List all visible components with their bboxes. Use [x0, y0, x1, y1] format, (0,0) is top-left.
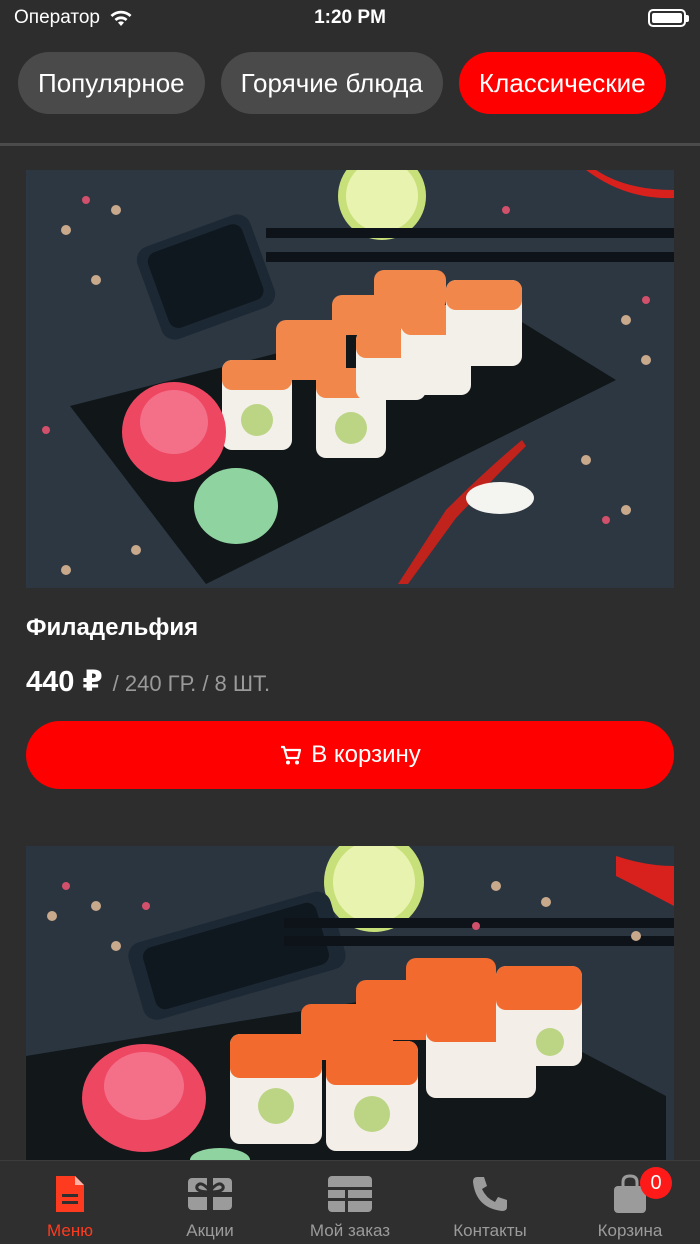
nav-label-my-order: Мой заказ — [309, 1221, 391, 1240]
nav-item-menu[interactable]: Меню — [0, 1173, 140, 1241]
status-bar: Оператор 1:20 PM — [0, 0, 700, 36]
tabs-divider — [0, 143, 700, 146]
sushi-photo-illustration — [26, 846, 674, 1160]
nav-item-cart[interactable]: 0 Корзина — [560, 1167, 700, 1241]
product-card — [26, 846, 674, 1160]
category-tabs: Популярное Горячие блюда Классические — [0, 52, 700, 118]
phone-icon — [473, 1177, 507, 1211]
nav-item-promotions[interactable]: Акции — [140, 1173, 280, 1241]
product-price: 440 ₽ — [26, 666, 103, 698]
cart-count-badge: 0 — [640, 1167, 672, 1199]
tab-classic[interactable]: Классические — [458, 52, 666, 114]
nav-label-menu: Меню — [47, 1221, 93, 1240]
nav-item-my-order[interactable]: Мой заказ — [280, 1173, 420, 1241]
nav-item-contacts[interactable]: Контакты — [420, 1173, 560, 1241]
bottom-nav: Меню Акции Мой заказ Контакты 0 Корзина — [0, 1160, 700, 1244]
battery-icon — [648, 9, 689, 27]
add-to-cart-button[interactable]: В корзину — [26, 721, 674, 789]
gift-icon — [188, 1178, 232, 1210]
product-photo[interactable] — [26, 170, 674, 588]
product-photo[interactable] — [26, 846, 674, 1160]
grid-icon — [328, 1176, 372, 1213]
tab-hot-dishes[interactable]: Горячие блюда — [220, 52, 443, 114]
cart-icon — [281, 745, 302, 765]
document-icon — [56, 1176, 84, 1212]
product-weight: / 240 ГР. / 8 ШТ. — [112, 671, 271, 696]
nav-label-cart: Корзина — [597, 1221, 663, 1240]
product-card: Филадельфия 440 ₽ / 240 ГР. / 8 ШТ. В ко… — [26, 170, 674, 789]
clock: 1:20 PM — [314, 7, 386, 28]
add-to-cart-label: В корзину — [311, 741, 421, 768]
sushi-photo-illustration — [26, 170, 674, 588]
product-name: Филадельфия — [26, 614, 199, 641]
price-row: 440 ₽ / 240 ГР. / 8 ШТ. — [26, 664, 674, 699]
nav-label-contacts: Контакты — [453, 1221, 527, 1240]
nav-label-promotions: Акции — [186, 1221, 234, 1240]
tab-popular[interactable]: Популярное — [18, 52, 205, 114]
